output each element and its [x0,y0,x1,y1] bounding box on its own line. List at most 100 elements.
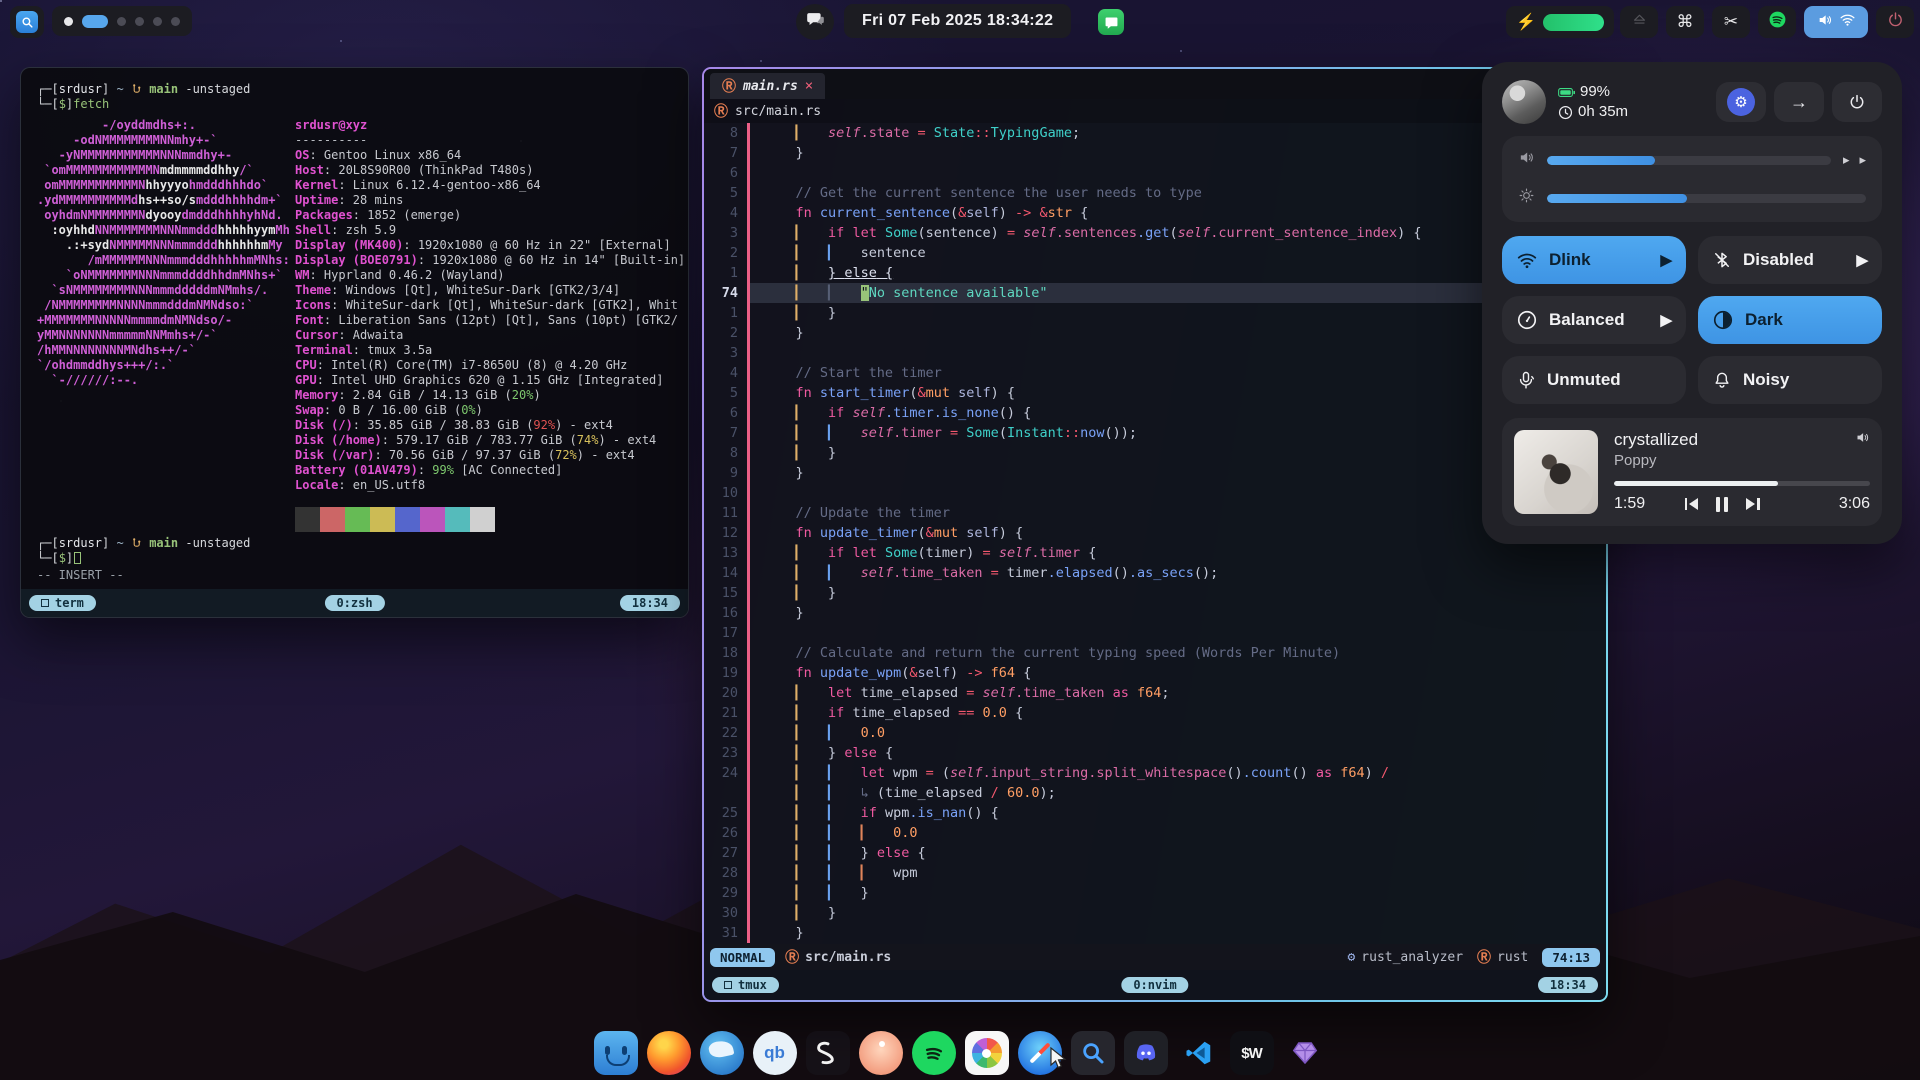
code-line: 24 ▎ ▎ let wpm = (self.input_string.spli… [704,763,1606,783]
fetch-info-line: WM: Hyprland 0.46.2 (Wayland) [295,268,685,283]
control-center-header: 99% 0h 35m ⚙ → [1502,80,1882,124]
dock-icon-photos[interactable] [965,1031,1009,1075]
chevron-right-icon[interactable]: ▶ [1660,251,1672,269]
tmux-session[interactable]: term [29,595,96,611]
screenshot-button[interactable]: ✂ [1712,6,1750,38]
fetch-info-line: Swap: 0 B / 16.00 GiB (0%) [295,403,685,418]
chevron-right-icon[interactable]: ▶ [1856,251,1868,269]
logout-button[interactable]: → [1774,82,1824,122]
spotify-icon [1768,10,1787,34]
dock-icon-spotify[interactable] [912,1031,956,1075]
player-volume-icon[interactable] [1855,430,1870,450]
tab-main-rs[interactable]: Ⓡ main.rs × [710,73,825,99]
line-number: 26 [704,823,750,843]
dock-icon-spotlight[interactable] [1071,1031,1115,1075]
tmux-window[interactable]: 0:nvim [1121,977,1188,993]
launcher-button[interactable] [10,6,44,38]
contrast-icon [1712,309,1734,331]
fetch-info-line: Disk (/): 35.85 GiB / 38.83 GiB (92%) - … [295,418,685,433]
tab-close-icon[interactable]: × [805,78,813,94]
dock-icon-firefox[interactable] [647,1031,691,1075]
toggle-notifications[interactable]: Noisy [1698,356,1882,404]
fetch-info-line: OS: Gentoo Linux x86_64 [295,148,685,163]
tmux-status-bar-editor: tmux 0:nvim 18:34 [704,970,1606,1000]
pause-button[interactable] [1716,497,1728,512]
tmux-session[interactable]: tmux [712,977,779,993]
line-number: 23 [704,743,750,763]
brightness-slider[interactable] [1547,194,1866,203]
output-switch-icon[interactable]: ▸ [1843,152,1850,168]
settings-button[interactable]: ⚙ [1716,82,1766,122]
command-key-button[interactable]: ⌘ [1666,6,1704,38]
dock: qb $W [0,1031,1920,1075]
code-line: 3 ▎ if let Some(sentence) = self.sentenc… [704,223,1606,243]
workspace-dot-6[interactable] [171,17,180,26]
dock-icon-thunderbird[interactable] [700,1031,744,1075]
avatar[interactable] [1502,80,1546,124]
tmux-window[interactable]: 0:zsh [324,595,384,611]
next-track-button[interactable] [1746,498,1760,510]
clock-widget[interactable]: Fri 07 Feb 2025 18:34:22 [844,4,1071,38]
toggle-bluetooth[interactable]: Disabled▶ [1698,236,1882,284]
clock-text: Fri 07 Feb 2025 18:34:22 [862,12,1053,30]
fastfetch-output: -/oyddmdhs+:. -odNMMMMMMMMNNmhy+-` -yNMM… [37,118,674,532]
code-line: 8 ▎ self.state = State::TypingGame; [704,123,1606,143]
workspace-dot-1[interactable] [64,17,73,26]
power-button[interactable] [1876,6,1914,38]
workspace-dot-3[interactable] [117,17,126,26]
previous-track-button[interactable] [1685,498,1699,510]
chevron-right-icon[interactable]: ▶ [1660,311,1672,329]
dock-icon-swirl[interactable] [806,1031,850,1075]
code-line: 25 ▎ ▎ if wpm.is_nan() { [704,803,1606,823]
volume-slider[interactable] [1547,156,1831,165]
dock-icon-gem[interactable] [1283,1031,1327,1075]
battery-widget[interactable]: ⚡ [1506,6,1614,38]
shutdown-button[interactable] [1832,82,1882,122]
git-branch-icon [131,537,142,549]
track-progress-bar[interactable] [1614,481,1870,486]
line-number: 10 [704,483,750,503]
notifications-button[interactable] [796,4,834,40]
toggle-wifi[interactable]: Dlink▶ [1502,236,1686,284]
editor-window[interactable]: Ⓡ main.rs × Ⓡ src/main.rs 8 ▎ self.state… [702,67,1608,1002]
window-icon [41,599,49,607]
gauge-icon [1516,309,1538,331]
workspace-dot-4[interactable] [135,17,144,26]
fetch-info-line: Locale: en_US.utf8 [295,478,685,493]
code-area[interactable]: 8 ▎ self.state = State::TypingGame;7 }65… [704,123,1606,944]
toggle-dark-mode[interactable]: Dark [1698,296,1882,344]
fetch-info-line: srdusr@xyz [295,118,685,133]
dock-icon-peach[interactable] [859,1031,903,1075]
dock-icon-wez[interactable]: $W [1230,1031,1274,1075]
cursor-position-badge: 74:13 [1542,948,1600,967]
toggle-power-profile[interactable]: Balanced▶ [1502,296,1686,344]
eject-button[interactable] [1620,6,1658,38]
code-line: 14 ▎ ▎ self.time_taken = timer.elapsed()… [704,563,1606,583]
line-number: 7 [704,423,750,443]
microphone-icon [1516,370,1536,390]
line-number: 25 [704,803,750,823]
workspace-dot-5[interactable] [153,17,162,26]
line-number: 13 [704,543,750,563]
dock-icon-finder[interactable] [594,1031,638,1075]
spotify-tray-button[interactable] [1758,6,1796,38]
line-number: 15 [704,583,750,603]
workspace-indicator[interactable] [52,6,192,36]
fetch-info-line: Display (MK400): 1920x1080 @ 60 Hz in 22… [295,238,685,253]
gear-icon: ⚙ [1727,88,1755,116]
toggle-microphone[interactable]: Unmuted [1502,356,1686,404]
dock-icon-discord[interactable] [1124,1031,1168,1075]
output-expand-icon[interactable]: ▸ [1859,152,1866,168]
dock-icon-qbittorrent[interactable]: qb [753,1031,797,1075]
fetch-info-line: Theme: Windows [Qt], WhiteSur-Dark [GTK2… [295,283,685,298]
fetch-info-line: Uptime: 28 mins [295,193,685,208]
line-number: 17 [704,623,750,643]
workspace-dot-2[interactable] [82,15,108,28]
album-art[interactable] [1514,430,1598,514]
terminal-window[interactable]: ┌─[srdusr] ~ main -unstaged └─[$]fetch -… [20,67,689,618]
messenger-tray-icon[interactable] [1098,9,1124,35]
volume-network-widget[interactable] [1804,6,1868,38]
dock-icon-vscode[interactable] [1177,1031,1221,1075]
bell-icon [1712,370,1732,390]
line-number: 7 [704,143,750,163]
